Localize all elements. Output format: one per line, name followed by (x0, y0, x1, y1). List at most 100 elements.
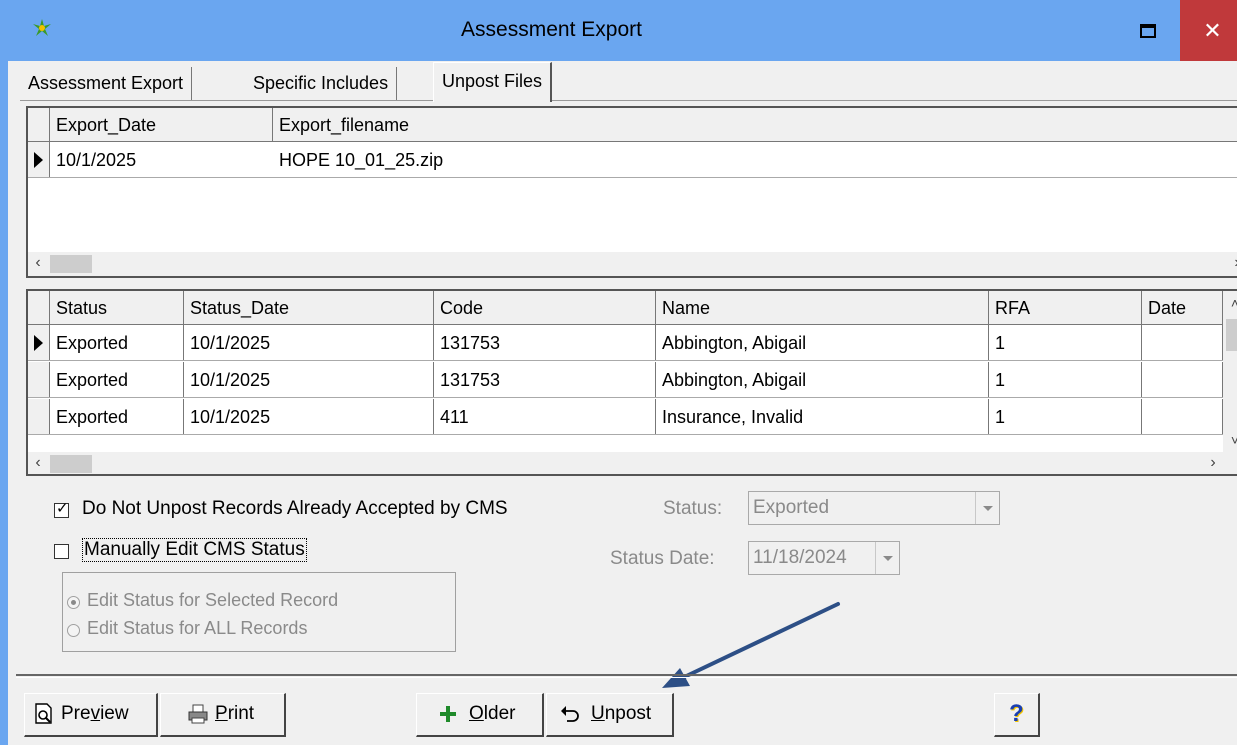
status-select-value: Exported (753, 497, 830, 518)
table-row[interactable]: Exported 10/1/2025 411 Insurance, Invali… (28, 399, 1223, 435)
cell-status-date[interactable]: 10/1/2025 (184, 325, 434, 360)
scrollbar-thumb[interactable] (1226, 319, 1237, 351)
cell-status[interactable]: Exported (50, 362, 184, 397)
current-row-indicator (28, 142, 50, 177)
undo-icon (561, 706, 579, 722)
row-pointer-icon (34, 334, 43, 351)
table-row[interactable]: 10/1/2025 HOPE 10_01_25.zip (28, 142, 1237, 178)
scroll-right-icon[interactable]: › (1203, 452, 1223, 474)
column-header-name[interactable]: Name (656, 291, 989, 324)
column-header-status[interactable]: Status (50, 291, 184, 324)
cell-export-date[interactable]: 10/1/2025 (50, 142, 273, 177)
tab-assessment-export[interactable]: Assessment Export (20, 67, 193, 100)
manual-edit-label[interactable]: Manually Edit CMS Status (82, 538, 307, 562)
edit-all-radio (67, 624, 80, 637)
title-bar[interactable]: Assessment Export ✕ (8, 0, 1237, 61)
row-indicator-header (28, 291, 50, 324)
cell-date[interactable] (1142, 325, 1223, 360)
preview-button[interactable]: Preview (24, 693, 158, 737)
horizontal-scrollbar[interactable]: ‹ › (28, 452, 1237, 474)
cell-code[interactable]: 131753 (434, 325, 656, 360)
current-row-indicator (28, 325, 50, 360)
annotation-arrow-shaft (676, 602, 840, 682)
close-button[interactable]: ✕ (1180, 0, 1237, 61)
edit-all-label: Edit Status for ALL Records (87, 618, 308, 638)
tab-strip: Assessment Export Specific Includes Unpo… (20, 61, 1237, 102)
plus-icon (440, 706, 456, 722)
preview-label: Preview (61, 703, 129, 724)
grid-header: Export_Date Export_filename (28, 108, 1237, 142)
manual-edit-checkbox[interactable] (54, 544, 69, 559)
horizontal-scrollbar[interactable]: ‹ › (28, 252, 1237, 276)
column-header-code[interactable]: Code (434, 291, 656, 324)
cell-status-date[interactable]: 10/1/2025 (184, 362, 434, 397)
cell-name[interactable]: Insurance, Invalid (656, 399, 989, 434)
column-header-export-filename[interactable]: Export_filename (273, 108, 1237, 141)
column-header-status-date[interactable]: Status_Date (184, 291, 434, 324)
cell-status[interactable]: Exported (50, 325, 184, 360)
records-grid[interactable]: Status Status_Date Code Name RFA Date Ex… (26, 289, 1237, 476)
app-window: Assessment Export ✕ Assessment Export Sp… (0, 0, 1237, 745)
edit-selected-label: Edit Status for Selected Record (87, 590, 339, 610)
scroll-up-icon[interactable]: ˄ (1223, 291, 1237, 315)
toolbar-separator (16, 674, 1237, 678)
chevron-down-icon (875, 542, 899, 574)
row-indicator (28, 362, 50, 397)
maximize-icon (1140, 23, 1156, 38)
status-date-picker: 11/18/2024 (748, 541, 900, 575)
cell-code[interactable]: 411 (434, 399, 656, 434)
unpost-label: Unpost (591, 703, 652, 724)
edit-scope-groupbox (62, 572, 456, 652)
row-indicator (28, 399, 50, 434)
older-button[interactable]: Older (416, 693, 544, 737)
scrollbar-thumb[interactable] (50, 255, 92, 273)
print-button[interactable]: Print (160, 693, 286, 737)
cell-code[interactable]: 131753 (434, 362, 656, 397)
cell-status-date[interactable]: 10/1/2025 (184, 399, 434, 434)
scroll-down-icon[interactable]: ˅ (1223, 428, 1237, 452)
column-header-export-date[interactable]: Export_Date (50, 108, 273, 141)
cell-name[interactable]: Abbington, Abigail (656, 325, 989, 360)
cell-export-filename[interactable]: HOPE 10_01_25.zip (273, 142, 1237, 177)
status-select: Exported (748, 491, 1000, 525)
close-icon: ✕ (1203, 17, 1222, 43)
status-date-label: Status Date: (610, 548, 715, 569)
chevron-down-icon (975, 492, 999, 524)
scrollbar-thumb[interactable] (50, 455, 92, 473)
checkmark-icon: ✓ (56, 500, 69, 517)
print-label: Print (215, 703, 255, 724)
status-label: Status: (663, 498, 723, 519)
cell-rfa[interactable]: 1 (989, 325, 1142, 360)
cell-rfa[interactable]: 1 (989, 362, 1142, 397)
help-icon: ? (1009, 700, 1024, 727)
export-files-grid[interactable]: Export_Date Export_filename 10/1/2025 HO… (26, 106, 1237, 278)
scroll-left-icon[interactable]: ‹ (28, 252, 48, 276)
edit-selected-radio (67, 596, 80, 609)
column-header-rfa[interactable]: RFA (989, 291, 1142, 324)
status-date-value: 11/18/2024 (753, 547, 847, 568)
scroll-left-icon[interactable]: ‹ (28, 452, 48, 474)
older-label: Older (469, 703, 516, 724)
help-button[interactable]: ? (994, 693, 1040, 737)
cell-status[interactable]: Exported (50, 399, 184, 434)
grid-header: Status Status_Date Code Name RFA Date (28, 291, 1223, 325)
do-not-unpost-checkbox[interactable]: ✓ (54, 500, 69, 518)
scroll-right-icon[interactable]: › (1227, 252, 1237, 276)
annotation-arrow (662, 602, 840, 688)
tab-unpost-files[interactable]: Unpost Files (433, 62, 553, 102)
row-indicator-header (28, 108, 50, 141)
cell-name[interactable]: Abbington, Abigail (656, 362, 989, 397)
do-not-unpost-label[interactable]: Do Not Unpost Records Already Accepted b… (82, 498, 508, 520)
column-header-date[interactable]: Date (1142, 291, 1223, 324)
maximize-button[interactable] (1116, 0, 1180, 61)
unpost-button[interactable]: Unpost (546, 693, 674, 737)
cell-date[interactable] (1142, 399, 1223, 434)
window-title: Assessment Export (461, 18, 642, 41)
cell-rfa[interactable]: 1 (989, 399, 1142, 434)
tab-specific-includes[interactable]: Specific Includes (245, 67, 398, 100)
table-row[interactable]: Exported 10/1/2025 131753 Abbington, Abi… (28, 325, 1223, 361)
vertical-scrollbar[interactable]: ˄ ˅ (1223, 291, 1237, 452)
cell-date[interactable] (1142, 362, 1223, 397)
table-row[interactable]: Exported 10/1/2025 131753 Abbington, Abi… (28, 362, 1223, 398)
preview-icon (35, 703, 52, 724)
